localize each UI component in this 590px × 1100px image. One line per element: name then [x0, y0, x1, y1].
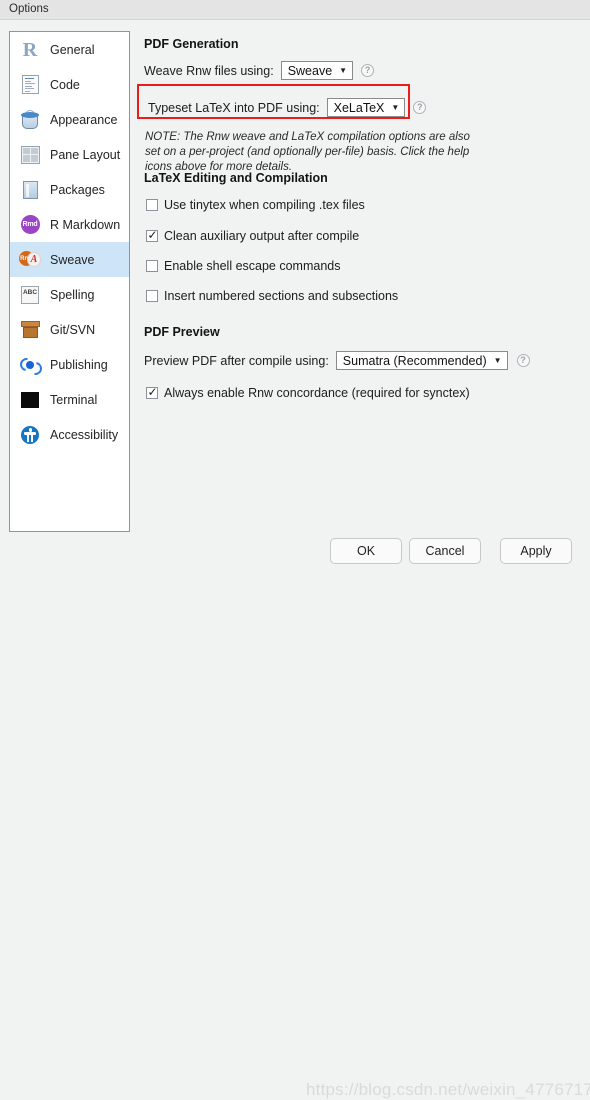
checkbox-label: Clean auxiliary output after compile — [164, 229, 360, 243]
checkbox-box[interactable] — [146, 290, 158, 302]
r-logo-icon: R — [19, 39, 41, 61]
checkbox-box[interactable] — [146, 199, 158, 211]
sweave-pdf-glyph: A — [27, 252, 41, 267]
sidebar-item-label: R Markdown — [50, 217, 121, 232]
preview-pdf-label: Preview PDF after compile using: — [144, 353, 329, 368]
chevron-down-icon: ▼ — [391, 102, 400, 112]
terminal-icon — [19, 389, 41, 411]
checkbox-numbered-sections[interactable]: Insert numbered sections and subsections — [146, 289, 398, 303]
preview-help-icon[interactable]: ? — [516, 354, 530, 367]
sidebar-item-code[interactable]: Code — [10, 67, 129, 102]
options-category-sidebar[interactable]: R General Code Appearance Pane Layout Pa… — [9, 31, 130, 532]
sidebar-item-label: Publishing — [50, 357, 108, 372]
checkbox-box[interactable] — [146, 260, 158, 272]
sidebar-item-terminal[interactable]: Terminal — [10, 382, 129, 417]
weave-rnw-row: Weave Rnw files using: Sweave ▼ ? — [144, 61, 375, 80]
rmd-badge-icon: Rmd — [19, 214, 41, 236]
code-document-icon — [19, 74, 41, 96]
package-box-icon — [19, 179, 41, 201]
publishing-icon — [17, 354, 45, 378]
spellcheck-icon: ABC — [19, 284, 41, 306]
sidebar-item-packages[interactable]: Packages — [10, 172, 129, 207]
checkbox-label: Insert numbered sections and subsections — [164, 289, 399, 303]
preview-pdf-row: Preview PDF after compile using: Sumatra… — [144, 351, 530, 370]
checkbox-box[interactable] — [146, 228, 158, 242]
sidebar-item-label: Pane Layout — [50, 147, 121, 162]
sidebar-item-pane-layout[interactable]: Pane Layout — [10, 137, 129, 172]
sidebar-item-appearance[interactable]: Appearance — [10, 102, 129, 137]
typeset-latex-value: XeLaTeX — [333, 100, 385, 115]
weave-help-icon[interactable]: ? — [361, 64, 375, 77]
apply-button[interactable]: Apply — [500, 538, 572, 564]
checkbox-label: Use tinytex when compiling .tex files — [164, 198, 365, 212]
sidebar-item-label: Packages — [50, 182, 105, 197]
sidebar-item-label: Code — [50, 77, 80, 92]
sidebar-item-label: Git/SVN — [50, 322, 96, 337]
weave-rnw-value: Sweave — [287, 63, 333, 78]
checkbox-rnw-concordance[interactable]: Always enable Rnw concordance (required … — [146, 385, 470, 400]
pdf-generation-note: NOTE: The Rnw weave and LaTeX compilatio… — [145, 131, 470, 173]
sidebar-item-label: General — [50, 42, 95, 57]
sidebar-item-label: Appearance — [50, 112, 118, 127]
sidebar-item-label: Spelling — [50, 287, 95, 302]
checkbox-use-tinytex[interactable]: Use tinytex when compiling .tex files — [146, 198, 365, 212]
checkbox-box[interactable] — [146, 385, 158, 399]
rmd-badge-text: Rmd — [20, 215, 40, 234]
sidebar-item-sweave[interactable]: Rnw A Sweave — [10, 242, 129, 277]
pane-grid-icon — [19, 144, 41, 166]
options-main-panel: PDF Generation Weave Rnw files using: Sw… — [140, 31, 582, 531]
ok-button[interactable]: OK — [330, 538, 402, 564]
r-logo-letter: R — [22, 38, 38, 61]
sidebar-item-git-svn[interactable]: Git/SVN — [10, 312, 129, 347]
checkbox-label: Enable shell escape commands — [164, 259, 341, 273]
sidebar-item-accessibility[interactable]: Accessibility — [10, 417, 129, 452]
window-title: Options — [9, 3, 49, 15]
checkbox-clean-auxiliary[interactable]: Clean auxiliary output after compile — [146, 228, 360, 243]
cancel-button[interactable]: Cancel — [409, 538, 481, 564]
typeset-help-icon[interactable]: ? — [413, 101, 427, 114]
git-box-icon — [19, 319, 41, 341]
accessibility-icon — [19, 424, 41, 446]
sidebar-item-spelling[interactable]: ABC Spelling — [10, 277, 129, 312]
chevron-down-icon: ▼ — [493, 355, 502, 365]
typeset-latex-label: Typeset LaTeX into PDF using: — [148, 100, 320, 115]
dialog-footer: https://blog.csdn.net/weixin_47767171 OK… — [0, 538, 590, 1099]
sidebar-item-publishing[interactable]: Publishing — [10, 347, 129, 382]
weave-rnw-label: Weave Rnw files using: — [144, 63, 274, 78]
pdf-preview-heading: PDF Preview — [144, 325, 220, 339]
sweave-pdf-icon: Rnw A — [19, 249, 41, 271]
watermark-text: https://blog.csdn.net/weixin_47767171 — [306, 1080, 590, 1099]
preview-pdf-select[interactable]: Sumatra (Recommended) ▼ — [335, 351, 508, 370]
spellcheck-abc: ABC — [21, 285, 39, 304]
sidebar-item-label: Sweave — [50, 252, 95, 267]
typeset-latex-select[interactable]: XeLaTeX ▼ — [326, 98, 406, 117]
preview-pdf-value: Sumatra (Recommended) — [342, 353, 487, 368]
pdf-generation-heading: PDF Generation — [144, 37, 239, 51]
sidebar-item-general[interactable]: R General — [10, 32, 129, 67]
sidebar-item-r-markdown[interactable]: Rmd R Markdown — [10, 207, 129, 242]
chevron-down-icon: ▼ — [339, 65, 348, 75]
latex-editing-heading: LaTeX Editing and Compilation — [144, 171, 328, 185]
checkbox-label: Always enable Rnw concordance (required … — [164, 386, 470, 400]
sidebar-item-label: Accessibility — [50, 427, 119, 442]
paint-bucket-icon — [19, 109, 41, 131]
typeset-latex-row: Typeset LaTeX into PDF using: XeLaTeX ▼ … — [148, 98, 427, 117]
sidebar-item-label: Terminal — [50, 392, 98, 407]
checkbox-shell-escape[interactable]: Enable shell escape commands — [146, 259, 341, 273]
weave-rnw-select[interactable]: Sweave ▼ — [280, 61, 354, 80]
window-titlebar: Options — [0, 0, 590, 20]
